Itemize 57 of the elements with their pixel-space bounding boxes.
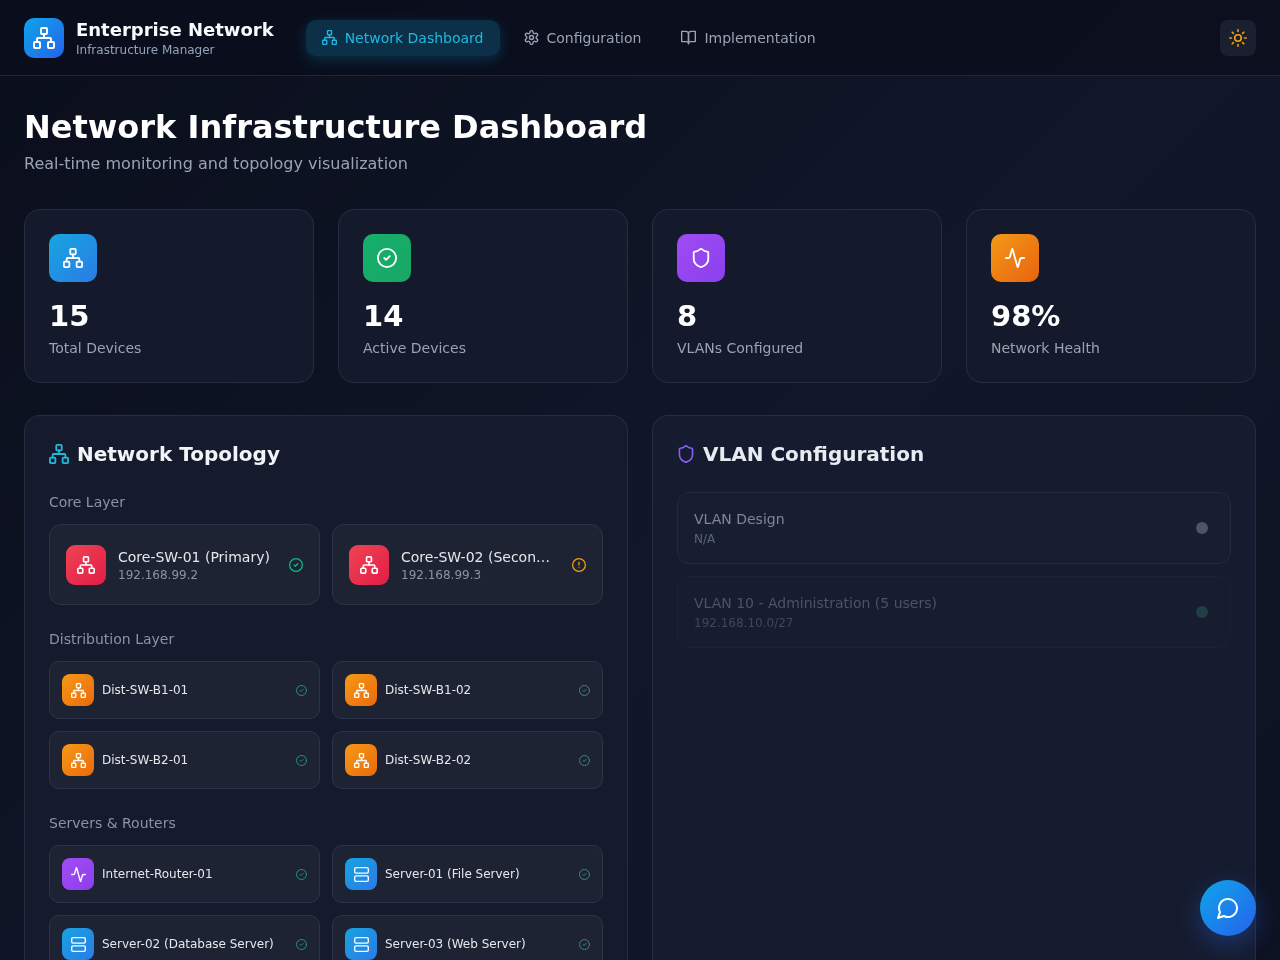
vlan-detail: N/A bbox=[694, 531, 716, 547]
pulse-icon bbox=[62, 858, 94, 890]
vlan-name: VLAN 10 - Administration (5 users) bbox=[694, 594, 937, 613]
shield-icon bbox=[677, 234, 725, 282]
theme-toggle-button[interactable] bbox=[1220, 19, 1256, 56]
device-name: Dist-SW-B2-02 bbox=[385, 752, 472, 768]
device-name: Internet-Router-01 bbox=[102, 866, 213, 882]
server-icon bbox=[62, 928, 94, 960]
device-name: Core-SW-02 (Secon… bbox=[401, 547, 551, 567]
network-icon bbox=[49, 444, 69, 464]
sun-icon bbox=[1229, 28, 1247, 47]
page-subtitle: Real-time monitoring and topology visualization bbox=[24, 154, 408, 174]
network-icon bbox=[49, 234, 97, 282]
device-name: Dist-SW-B2-01 bbox=[102, 752, 189, 768]
network-icon bbox=[349, 544, 389, 585]
vlan-name: VLAN Design bbox=[694, 510, 785, 529]
gear-icon bbox=[523, 30, 539, 45]
page-title: Network Infrastructure Dashboard bbox=[24, 108, 648, 146]
network-icon bbox=[345, 674, 377, 706]
panel-title: Network Topology bbox=[77, 441, 280, 468]
stat-label: VLANs Configured bbox=[677, 339, 804, 358]
chat-bubble-icon bbox=[1217, 897, 1239, 919]
stat-label: Active Devices bbox=[363, 339, 466, 358]
server-icon bbox=[345, 858, 377, 890]
network-icon bbox=[345, 744, 377, 776]
device-ip: 192.168.99.2 bbox=[118, 566, 199, 583]
app-title: Enterprise Network bbox=[76, 17, 274, 42]
layer-label: Core Layer bbox=[49, 493, 125, 512]
layer-label: Servers & Routers bbox=[49, 814, 176, 833]
server-icon bbox=[345, 928, 377, 960]
pulse-icon bbox=[991, 234, 1039, 282]
panel-title: VLAN Configuration bbox=[703, 441, 925, 468]
device-name: Server-03 (Web Server) bbox=[385, 936, 526, 952]
device-name: Core-SW-01 (Primary) bbox=[118, 547, 270, 567]
shield-icon bbox=[677, 445, 695, 463]
nav-tab[interactable]: Configuration bbox=[507, 19, 658, 56]
network-icon bbox=[24, 17, 64, 58]
device-name: Server-02 (Database Server) bbox=[102, 936, 274, 952]
device-name: Server-01 (File Server) bbox=[385, 866, 520, 882]
network-icon bbox=[62, 674, 94, 706]
device-ip: 192.168.99.3 bbox=[401, 566, 482, 583]
stat-value: 8 bbox=[677, 298, 698, 334]
stat-value: 14 bbox=[363, 298, 404, 334]
device-name: Dist-SW-B1-02 bbox=[385, 682, 472, 698]
stat-label: Network Health bbox=[991, 339, 1100, 358]
network-icon bbox=[66, 544, 106, 585]
nav-tab[interactable]: Network Dashboard bbox=[305, 19, 500, 56]
stat-value: 15 bbox=[49, 298, 90, 334]
network-icon bbox=[62, 744, 94, 776]
stat-value: 98% bbox=[991, 298, 1061, 334]
device-name: Dist-SW-B1-01 bbox=[102, 682, 189, 698]
layer-label: Distribution Layer bbox=[49, 630, 175, 649]
app-subtitle: Infrastructure Manager bbox=[76, 41, 215, 58]
stat-label: Total Devices bbox=[49, 339, 142, 358]
network-icon bbox=[321, 30, 337, 45]
nav-tab[interactable]: Implementation bbox=[665, 19, 832, 56]
open-book-icon bbox=[681, 30, 697, 45]
